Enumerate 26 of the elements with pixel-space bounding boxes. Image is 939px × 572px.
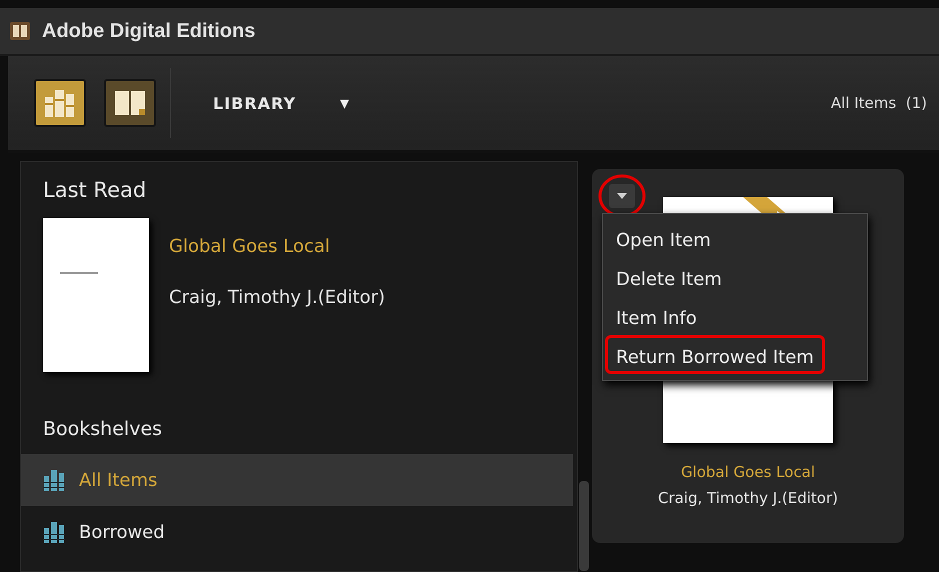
book-icon (10, 22, 30, 40)
book-title[interactable]: Global Goes Local (169, 236, 386, 257)
item-count-label: All Items (1) (830, 94, 927, 112)
library-view-button[interactable] (34, 79, 86, 127)
bookshelf-label: Borrowed (79, 522, 165, 542)
book-title[interactable]: Global Goes Local (680, 463, 816, 481)
section-label: LIBRARY (213, 94, 296, 112)
window-title: Adobe Digital Editions (42, 20, 256, 42)
bookshelf-icon (43, 520, 65, 544)
menu-item[interactable]: Return Borrowed Item (605, 335, 825, 374)
bookshelf-item[interactable]: Borrowed (21, 506, 573, 558)
book-author: Craig, Timothy J.(Editor) (169, 287, 386, 308)
last-read-heading: Last Read (43, 178, 148, 202)
bookshelf-item[interactable]: All Items (21, 454, 573, 506)
scrollbar[interactable] (579, 481, 589, 571)
menu-item[interactable]: Open Item (605, 218, 825, 257)
section-dropdown-caret[interactable]: ▾ (336, 92, 354, 114)
bookshelf-icon (43, 468, 65, 492)
caret-icon (617, 193, 627, 199)
reading-view-button[interactable] (104, 79, 156, 127)
book-author: Craig, Timothy J.(Editor) (658, 489, 838, 507)
bookshelves-heading: Bookshelves (43, 418, 164, 440)
bookshelf-label: All Items (79, 470, 158, 490)
item-menu-button[interactable] (609, 184, 635, 208)
menu-item[interactable]: Delete Item (605, 257, 825, 296)
menu-item[interactable]: Item Info (605, 296, 825, 335)
